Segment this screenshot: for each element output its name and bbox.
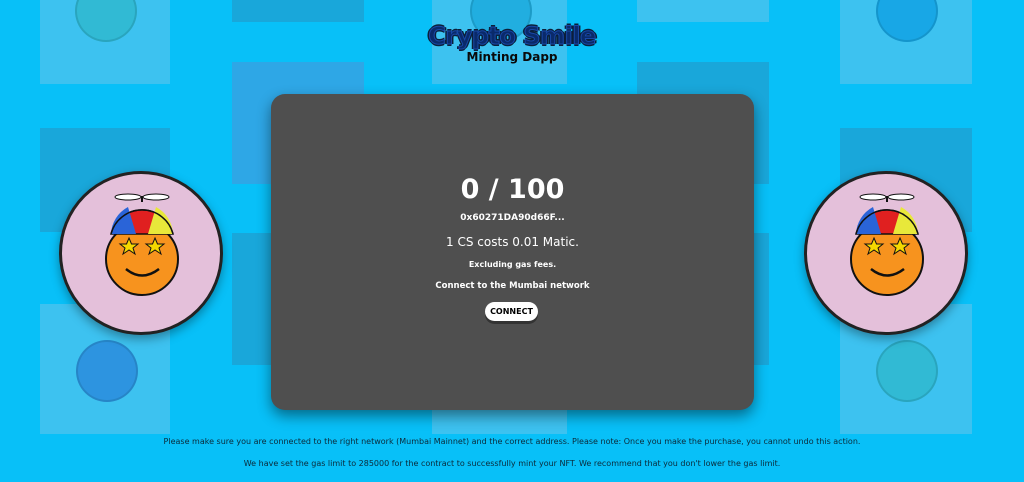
heart-eyes-smiley-tile-icon bbox=[876, 340, 938, 402]
right-avatar bbox=[804, 171, 968, 335]
propeller-hat-smiley-icon bbox=[850, 193, 924, 296]
footer-notice: Please make sure you are connected to th… bbox=[163, 437, 861, 446]
mint-price-text: 1 CS costs 0.01 Matic. bbox=[446, 235, 579, 249]
connect-button[interactable]: CONNECT bbox=[485, 302, 538, 321]
footer-gas-limit: We have set the gas limit to 285000 for … bbox=[243, 459, 781, 468]
grimace-smiley-tile-icon bbox=[76, 340, 138, 402]
propeller-hat-smiley-icon bbox=[105, 193, 179, 296]
background-tile bbox=[637, 0, 769, 22]
app-title: Crypto Smile bbox=[428, 22, 597, 51]
background-tile bbox=[232, 0, 364, 22]
contract-address-link[interactable]: 0x60271DA90d66F... bbox=[271, 213, 754, 223]
minted-supply-counter: 0 / 100 bbox=[460, 174, 565, 205]
app-subtitle: Minting Dapp bbox=[466, 50, 558, 64]
gas-fee-note: Excluding gas fees. bbox=[468, 260, 557, 269]
network-prompt: Connect to the Mumbai network bbox=[435, 281, 590, 291]
header: Crypto Smile Minting Dapp bbox=[0, 22, 1024, 65]
left-avatar bbox=[59, 171, 223, 335]
mint-card: 0 / 100 0x60271DA90d66F... 1 CS costs 0.… bbox=[271, 94, 754, 410]
